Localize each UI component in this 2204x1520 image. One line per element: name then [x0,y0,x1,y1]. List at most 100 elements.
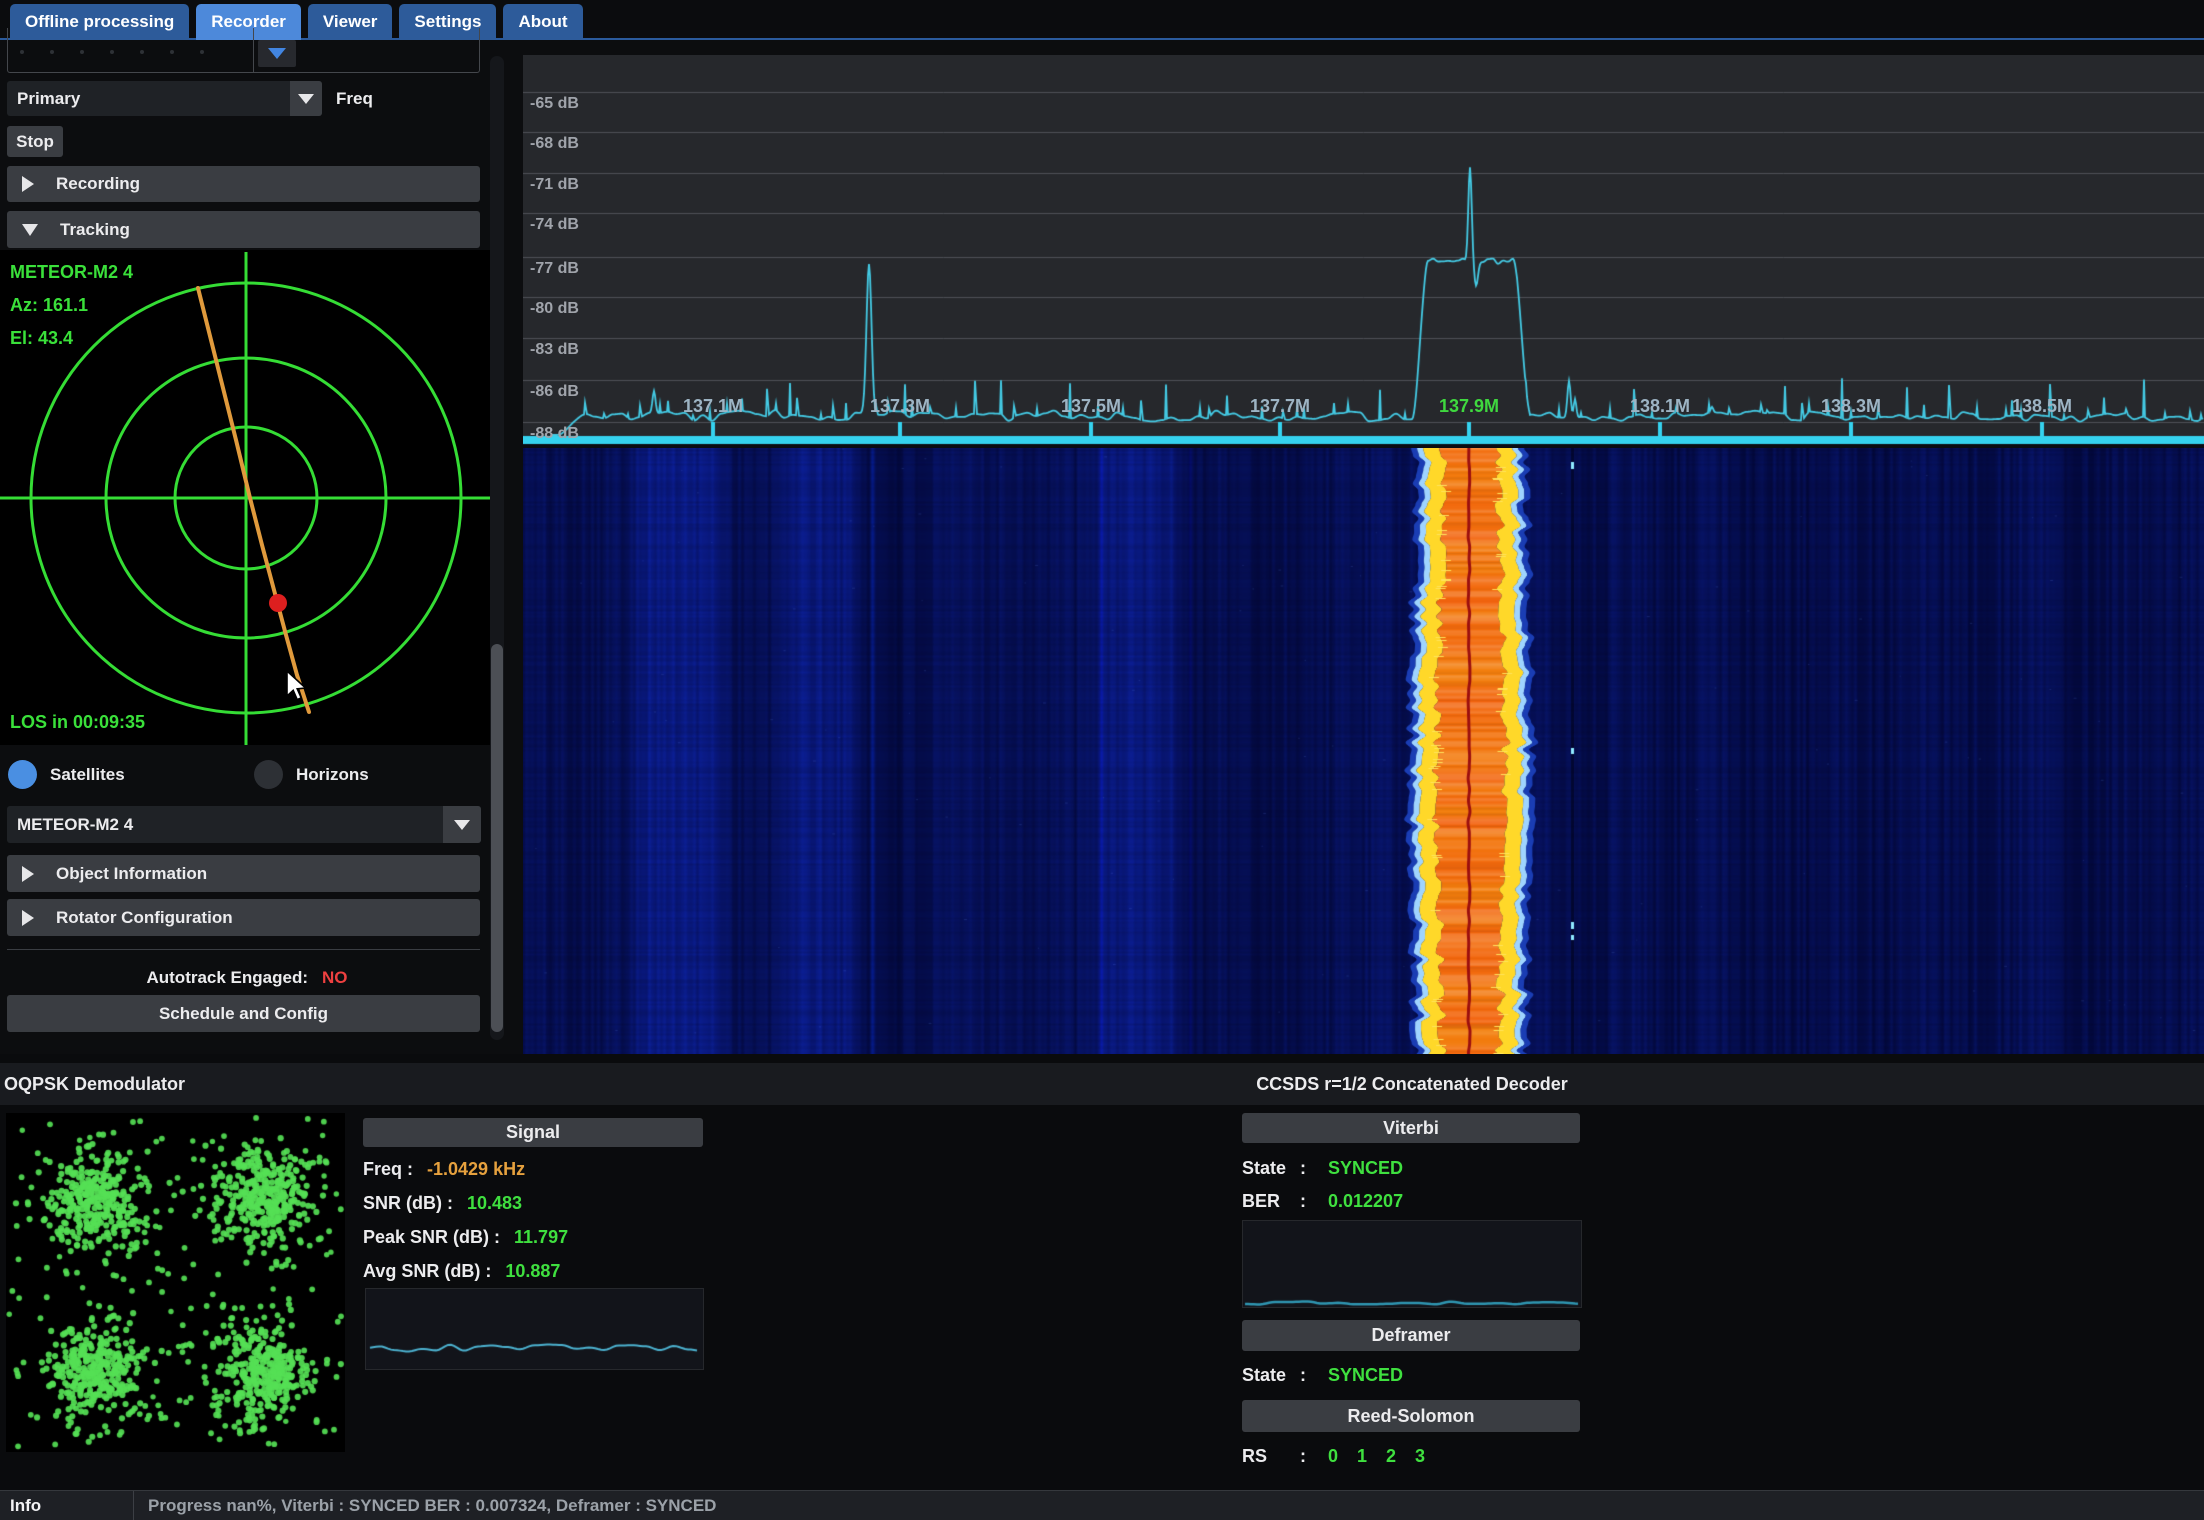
chevron-right-icon [22,909,34,926]
db-axis-label: -83 dB [530,341,579,358]
waterfall-canvas[interactable] [523,448,2204,1054]
elevation-readout: El: 43.4 [10,328,74,348]
tab-about[interactable]: About [503,4,583,40]
satellite-select-value: METEOR-M2 4 [17,814,134,834]
reed-solomon-values: 0123 [1328,1446,1425,1467]
viterbi-panel-header: Viterbi [1242,1113,1580,1143]
source-select-arrow[interactable] [290,81,322,116]
sidebar-scrollbar-thumb[interactable] [491,644,503,1032]
satellites-radio-label[interactable]: Satellites [50,760,125,790]
source-select-value: Primary [17,88,81,108]
demodulator-title: OQPSK Demodulator [4,1074,186,1094]
db-axis-label: -86 dB [530,383,579,400]
db-axis-label: -71 dB [530,176,579,193]
deframer-panel-header: Deframer [1242,1320,1580,1351]
recording-label: Recording [56,174,141,193]
freq-axis-label: 138.1M [1629,396,1691,416]
status-bar-section: Info [10,1496,42,1515]
object-information-header[interactable]: Object Information [7,855,480,892]
freq-label: Freq [336,89,373,108]
freq-axis-label: 137.9M [1438,396,1500,416]
snr-history-chart [365,1288,704,1370]
freq-axis-label: 137.5M [1060,396,1122,416]
deframer-state-row: State : SYNCED [1242,1364,1404,1385]
tracked-satellite-name: METEOR-M2 4 [10,262,134,282]
deframer-state-value: SYNCED [1328,1364,1404,1385]
chevron-down-icon [454,819,470,830]
fft-spectrum-canvas[interactable] [523,55,2204,448]
schedule-config-button[interactable]: Schedule and Config [7,995,480,1032]
reed-solomon-row: RS : 0123 [1242,1445,1426,1467]
object-information-label: Object Information [56,863,208,883]
db-axis-label: -68 dB [530,135,579,152]
satellite-select[interactable]: METEOR-M2 4 [7,806,481,843]
rotator-configuration-header[interactable]: Rotator Configuration [7,899,480,936]
viterbi-state-row: State : SYNCED [1242,1157,1404,1178]
rs-value: 0 [1328,1445,1339,1466]
satellite-position-dot [269,594,287,612]
chevron-down-icon [298,93,314,104]
divider [7,949,480,950]
waterfall-display[interactable] [523,448,2204,1054]
chevron-right-icon [22,176,34,192]
rs-value: 3 [1415,1445,1426,1466]
decoder-title: CCSDS r=1/2 Concatenated Decoder [1256,1074,1568,1094]
db-axis-label: -77 dB [530,260,579,277]
signal-row: Freq : -1.0429 kHz [363,1152,703,1186]
satellites-radio[interactable] [8,760,37,789]
tracking-section-header[interactable]: Tracking [7,211,480,248]
db-axis-label: -74 dB [530,216,579,233]
reed-solomon-panel-header: Reed-Solomon [1242,1400,1580,1432]
chevron-down-icon [22,223,38,236]
signal-readouts: Freq : -1.0429 kHz SNR (dB) : 10.483 Peak SN… [363,1152,703,1288]
tracking-label: Tracking [60,219,130,239]
signal-row-label: Freq : [363,1158,414,1179]
signal-row-value: 10.887 [505,1260,561,1281]
azimuth-readout: Az: 161.1 [10,295,89,315]
source-select[interactable]: Primary [7,81,322,116]
polar-plot: METEOR-M2 4 Az: 161.1 El: 43.4 LOS in 00… [0,250,494,745]
signal-row-value: 10.483 [466,1192,523,1213]
polar-plot-graphics [0,252,494,745]
processing-title-row: OQPSK Demodulator CCSDS r=1/2 Concatenat… [0,1063,2204,1105]
status-bar: Info Progress nan%, Viterbi : SYNCED BER… [0,1490,2204,1520]
mouse-cursor [286,670,308,701]
signal-row: Peak SNR (dB) : 11.797 [363,1220,703,1254]
satdump-window: Offline processing Recorder Viewer Settings… [0,0,2204,1520]
status-message: Progress nan%, Viterbi : SYNCED BER : 0.… [148,1496,717,1515]
freq-axis-label: 137.1M [682,396,744,416]
autotrack-value: NO [322,968,348,987]
constellation-display [6,1113,345,1452]
ber-history-chart [1242,1220,1582,1308]
device-dropdown-button[interactable] [258,40,296,67]
divider [133,1491,134,1520]
device-settings-partial [7,28,480,73]
fft-spectrum-display[interactable]: -65 dB -68 dB -71 dB -74 dB -77 dB -80 dB -83 … [523,55,2204,448]
signal-row-label: Peak SNR (dB) : [363,1226,501,1247]
db-axis-label: -88 dB [530,425,579,442]
signal-row: SNR (dB) : 10.483 [363,1186,703,1220]
signal-row-value: -1.0429 kHz [427,1158,526,1179]
freq-axis-label: 138.3M [1820,396,1882,416]
freq-axis-label: 137.7M [1249,396,1311,416]
freq-axis-label: 138.7M [2173,396,2204,417]
recording-section-header[interactable]: Recording [7,166,480,202]
freq-axis-label: 137.3M [869,396,931,416]
horizons-radio[interactable] [254,760,283,789]
signal-row-label: Avg SNR (dB) : [363,1260,492,1281]
chevron-down-icon [268,48,286,59]
signal-row: Avg SNR (dB) : 10.887 [363,1254,703,1288]
db-axis-label: -65 dB [530,95,579,112]
signal-row-value: 11.797 [514,1226,569,1247]
rotator-configuration-label: Rotator Configuration [56,907,233,927]
rs-value: 1 [1357,1445,1368,1466]
satellite-select-arrow[interactable] [443,806,481,843]
satellite-track [196,286,311,714]
stop-button[interactable]: Stop [7,126,63,157]
signal-panel-header: Signal [363,1118,703,1147]
dotted-pattern [20,50,204,54]
chevron-right-icon [22,865,34,882]
horizons-radio-label[interactable]: Horizons [296,760,369,790]
rs-value: 2 [1386,1445,1397,1466]
signal-row-label: SNR (dB) : [363,1192,453,1213]
